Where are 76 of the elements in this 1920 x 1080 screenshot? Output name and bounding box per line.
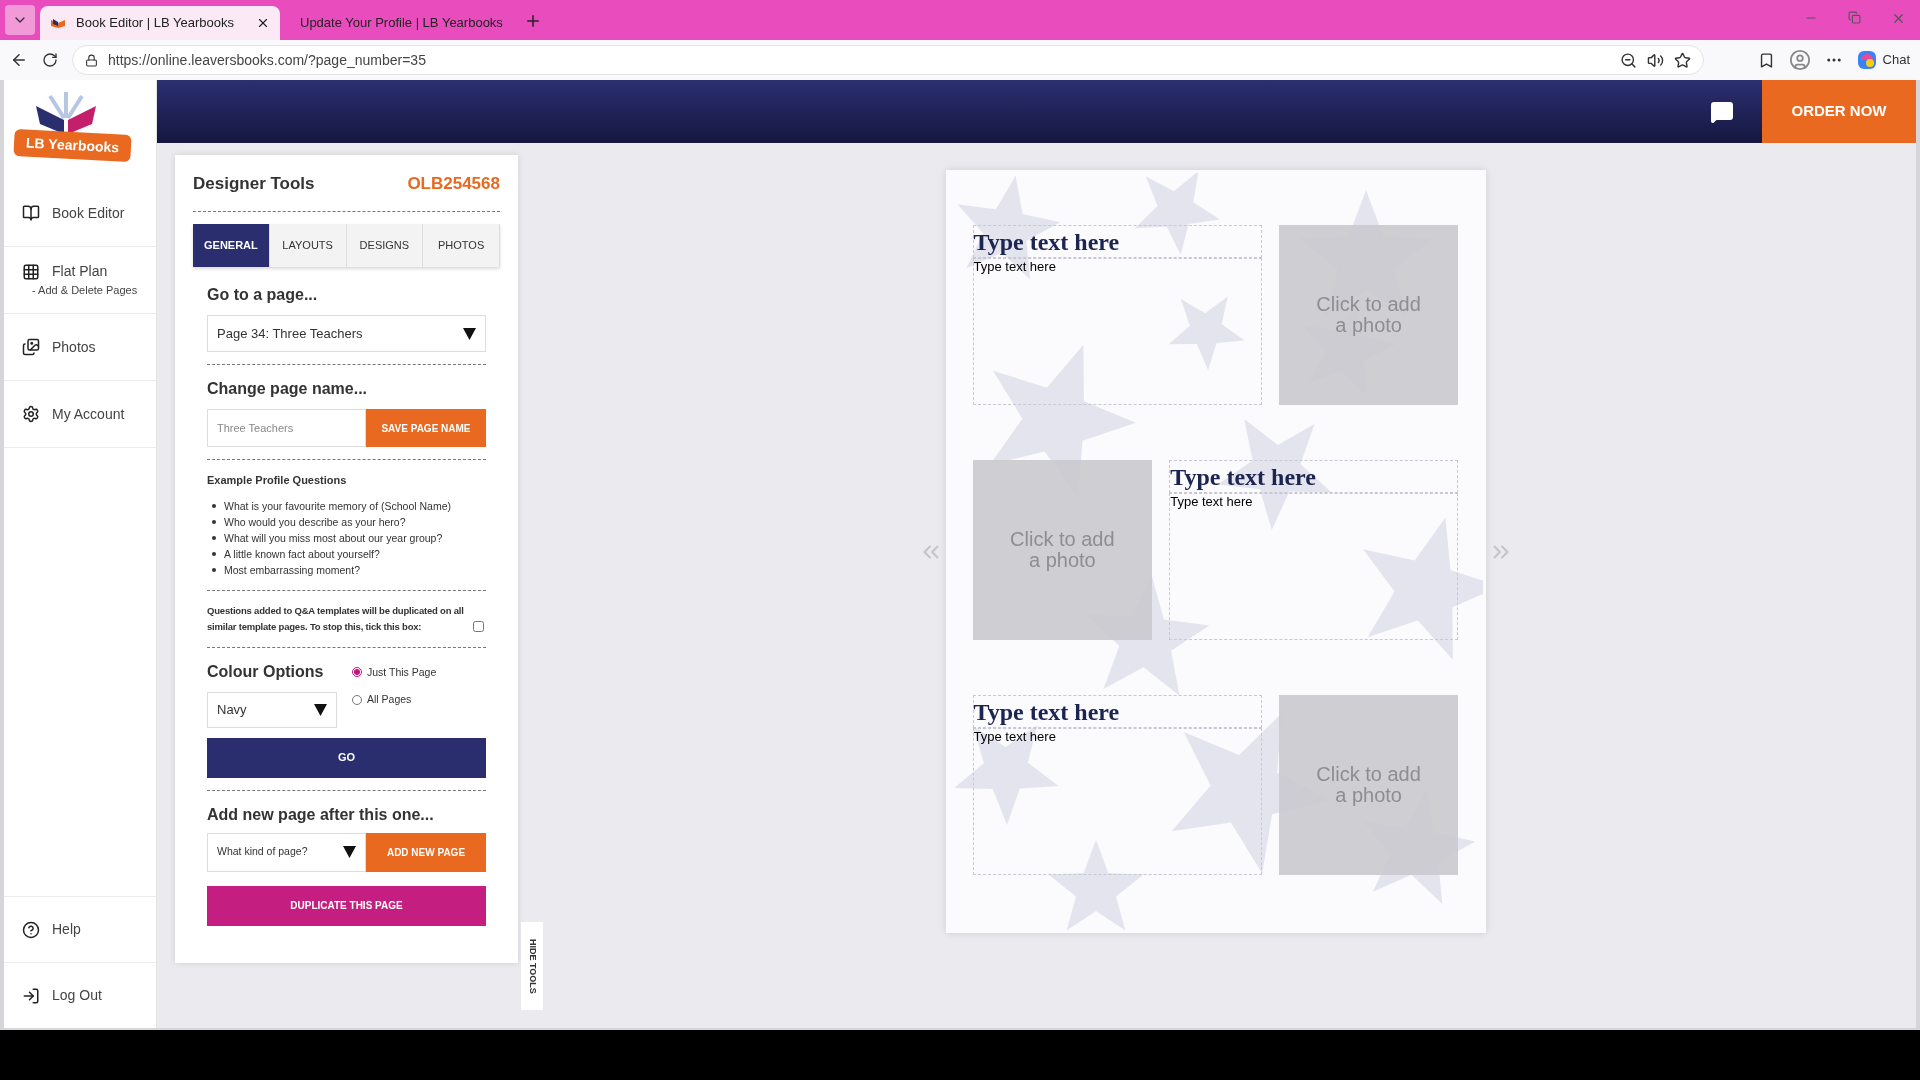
heading-text-box[interactable]: Type text here	[1169, 460, 1459, 493]
reload-icon[interactable]	[42, 52, 58, 68]
chat-button[interactable]: Chat	[1856, 50, 1910, 70]
heading-text-box[interactable]: Type text here	[972, 695, 1262, 728]
tools-tab[interactable]: GENERAL	[193, 224, 270, 267]
bullet-icon	[212, 520, 216, 524]
panel-title: Designer Tools	[193, 173, 315, 196]
tab-title: Update Your Profile | LB Yearbooks	[300, 14, 503, 33]
sidebar-sublabel: - Add & Delete Pages	[32, 283, 138, 299]
star-icon[interactable]	[1673, 51, 1691, 69]
question-text: Who would you describe as your hero?	[224, 514, 406, 530]
stop-duplicate-checkbox[interactable]	[473, 620, 484, 632]
chat-icon[interactable]	[1710, 99, 1734, 124]
book-favicon-icon	[50, 18, 66, 28]
body-text-box[interactable]: Type text here	[972, 728, 1262, 875]
nav-icon	[22, 262, 40, 281]
sidebar-item[interactable]: My Account	[4, 381, 156, 448]
section-heading: Go to a page...	[207, 285, 319, 305]
scope-radio[interactable]: Just This Page	[352, 664, 437, 681]
browser-tab[interactable]: Update Your Profile | LB Yearbooks	[280, 6, 520, 40]
new-tab-icon[interactable]	[524, 12, 542, 30]
question-text: What is your favourite memory of (School Name)	[224, 498, 451, 514]
read-aloud-icon[interactable]	[1646, 51, 1664, 69]
bullet-icon	[212, 536, 216, 540]
body-text-box[interactable]: Type text here	[972, 258, 1262, 405]
bullet-icon	[212, 504, 216, 508]
tab-title: Book Editor | LB Yearbooks	[76, 14, 236, 33]
copilot-icon	[1856, 50, 1877, 70]
sidebar-item[interactable]: Flat Plan - Add & Delete Pages	[4, 247, 156, 314]
nav-icon	[22, 986, 40, 1005]
sidebar-item[interactable]: Book Editor	[4, 180, 156, 247]
sidebar-item[interactable]: Log Out	[4, 962, 156, 1028]
logo-banner: LB Yearbooks	[13, 128, 132, 163]
hide-tools-tab[interactable]: HIDE TOOLS	[521, 922, 543, 1010]
nav-icon	[22, 338, 40, 356]
body-text-box[interactable]: Type text here	[1169, 493, 1459, 640]
dropdown-caret-icon	[314, 703, 327, 716]
close-icon[interactable]	[256, 16, 270, 30]
url-text: https://online.leaversbooks.com/?page_number=35	[108, 50, 427, 70]
profile-icon[interactable]	[1788, 49, 1811, 71]
scope-radio[interactable]: All Pages	[352, 692, 437, 708]
tools-tab[interactable]: LAYOUTS	[269, 224, 347, 267]
section-heading: Example Profile Questions	[207, 473, 348, 488]
nav-icon	[22, 405, 40, 423]
tools-tab[interactable]: DESIGNS	[346, 224, 424, 267]
question-text: What will you miss most about our year group?	[224, 530, 443, 546]
browser-tab[interactable]: Book Editor | LB Yearbooks	[40, 6, 280, 40]
address-bar[interactable]: https://online.leaversbooks.com/?page_number=35	[72, 45, 1704, 75]
back-icon[interactable]	[10, 51, 28, 69]
colour-select[interactable]: Navy	[207, 691, 337, 728]
section-heading: Colour Options	[207, 661, 325, 682]
go-button[interactable]: GO	[207, 737, 486, 778]
lock-icon	[85, 53, 98, 67]
sidebar-item[interactable]: Help	[4, 896, 156, 962]
nav-icon	[22, 204, 40, 222]
note-text: Questions added to Q&A templates will be duplicated on all similar template pages. To stop this, tick this box:	[207, 603, 465, 634]
page-name-field[interactable]: Three Teachers	[207, 409, 366, 447]
section-heading: Change page name...	[207, 379, 369, 399]
dropdown-caret-icon	[343, 846, 356, 858]
radio-input[interactable]	[352, 695, 362, 706]
dropdown-caret-icon	[463, 327, 476, 340]
heading-text-box[interactable]: Type text here	[972, 225, 1262, 258]
page-select[interactable]: Page 34: Three Teachers	[207, 315, 486, 352]
duplicate-page-button[interactable]: DUPLICATE THIS PAGE	[207, 885, 486, 926]
zoom-out-icon[interactable]	[1619, 51, 1637, 69]
account-code: OLB254568	[407, 173, 500, 196]
bullet-icon	[212, 552, 216, 556]
page-kind-select[interactable]: What kind of page?	[207, 832, 366, 872]
nav-icon	[22, 920, 40, 939]
section-heading: Add new page after this one...	[207, 804, 435, 825]
tools-tab[interactable]: PHOTOS	[423, 224, 500, 267]
question-text: Most embarrassing moment?	[224, 562, 360, 578]
bullet-icon	[212, 568, 216, 572]
sidebar-item[interactable]: Photos	[4, 314, 156, 381]
radio-input[interactable]	[352, 667, 362, 678]
question-text: A little known fact about yourself?	[224, 546, 380, 562]
